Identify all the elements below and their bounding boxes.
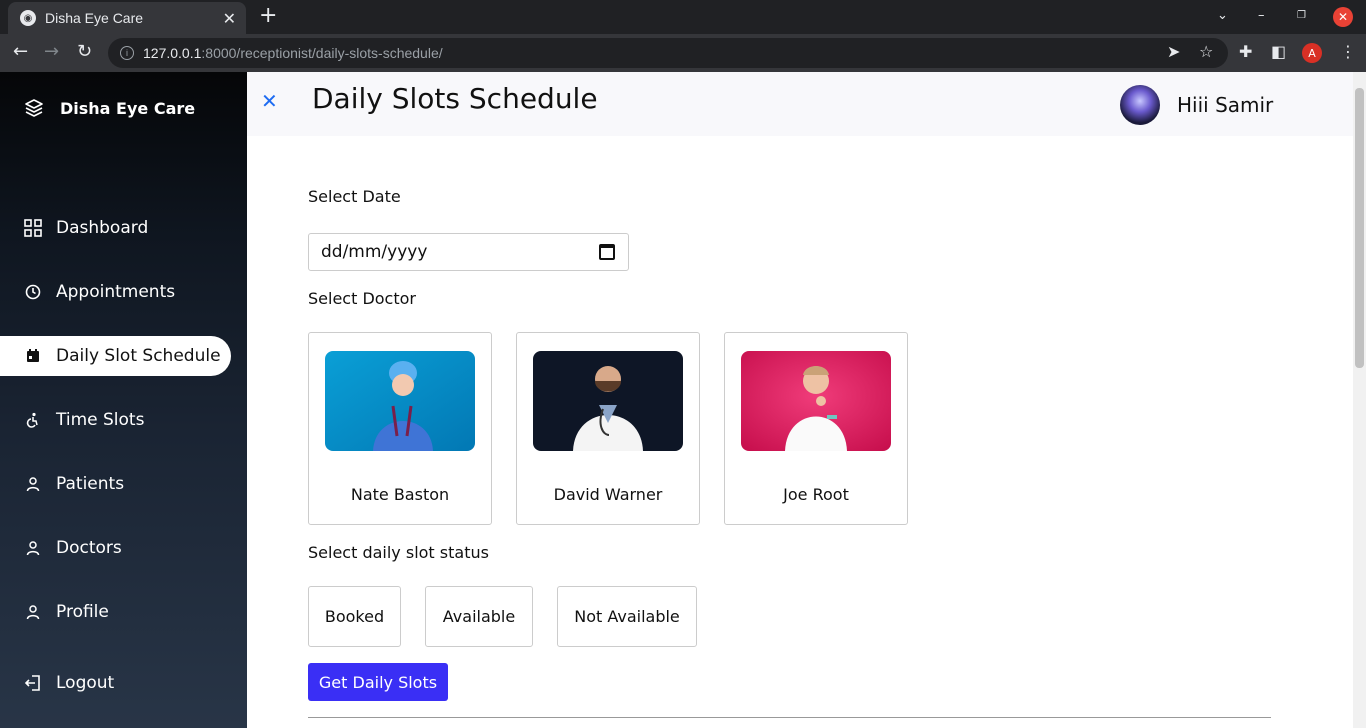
minimize-icon[interactable]: – [1258, 8, 1265, 23]
menu-icon[interactable]: ⋮ [1340, 44, 1356, 60]
scrollbar-thumb[interactable] [1355, 88, 1364, 368]
doctor-name: Nate Baston [350, 485, 450, 504]
main-content: ✕ Daily Slots Schedule Hiii Samir Select… [247, 72, 1353, 728]
user-icon [24, 475, 42, 493]
address-bar[interactable]: i 127.0.0.1 :8000/receptionist/daily-slo… [108, 38, 1228, 68]
url-host: 127.0.0.1 [143, 45, 202, 61]
avatar[interactable] [1120, 85, 1160, 125]
browser-tab-bar: ◉ Disha Eye Care ✕ + ⌄ – ❐ ✕ [0, 0, 1366, 34]
send-icon[interactable]: ➤ [1167, 44, 1180, 60]
doctor-photo [741, 351, 891, 451]
sidebar: Disha Eye Care Dashboard Appointments Da… [0, 72, 247, 728]
date-placeholder: dd/mm/yyyy [321, 242, 428, 262]
doctor-label: Select Doctor [308, 289, 416, 308]
sidebar-item-label: Dashboard [56, 218, 149, 238]
status-booked-button[interactable]: Booked [308, 586, 401, 647]
grid-icon [24, 219, 42, 237]
url-path: :8000/receptionist/daily-slots-schedule/ [201, 45, 443, 61]
brand[interactable]: Disha Eye Care [24, 98, 195, 118]
user-greeting: Hiii Samir [1177, 93, 1274, 117]
top-bar: ✕ Daily Slots Schedule Hiii Samir [247, 72, 1353, 136]
restore-icon[interactable]: ❐ [1297, 10, 1306, 21]
sidebar-item-appointments[interactable]: Appointments [0, 272, 231, 312]
sidebar-item-label: Patients [56, 474, 125, 494]
doctor-card-joe-root[interactable]: Joe Root [724, 332, 908, 525]
sidebar-item-label: Appointments [56, 282, 176, 302]
globe-icon: ◉ [20, 10, 36, 26]
layers-icon [25, 99, 43, 117]
page-title: Daily Slots Schedule [312, 82, 598, 115]
date-input[interactable]: dd/mm/yyyy [308, 233, 629, 271]
status-available-button[interactable]: Available [425, 586, 533, 647]
close-icon[interactable]: ✕ [261, 89, 278, 113]
brand-name: Disha Eye Care [60, 98, 196, 118]
sidebar-item-daily-slot-schedule[interactable]: Daily Slot Schedule [0, 336, 231, 376]
close-tab-icon[interactable]: ✕ [223, 9, 236, 28]
side-panel-icon[interactable]: ◧ [1271, 44, 1286, 60]
browser-tab[interactable]: ◉ Disha Eye Care ✕ [8, 2, 246, 34]
tab-title: Disha Eye Care [45, 10, 144, 26]
profile-avatar[interactable]: A [1302, 43, 1322, 63]
forward-icon[interactable]: → [44, 43, 59, 61]
new-tab-icon[interactable]: + [259, 5, 277, 27]
star-icon[interactable]: ☆ [1199, 44, 1213, 60]
sidebar-item-dashboard[interactable]: Dashboard [0, 208, 231, 248]
user-icon [24, 539, 42, 557]
sidebar-item-logout[interactable]: Logout [0, 663, 231, 703]
sidebar-item-label: Time Slots [56, 410, 145, 430]
calendar-icon [24, 347, 42, 365]
reload-icon[interactable]: ↻ [77, 43, 92, 61]
user-icon [24, 603, 42, 621]
sidebar-item-time-slots[interactable]: Time Slots [0, 400, 231, 440]
browser-toolbar: ← → ↻ i 127.0.0.1 :8000/receptionist/dai… [0, 34, 1366, 72]
doctor-photo [533, 351, 683, 451]
sidebar-item-label: Profile [56, 602, 109, 622]
get-daily-slots-button[interactable]: Get Daily Slots [308, 663, 448, 701]
sidebar-item-label: Logout [56, 673, 115, 693]
sidebar-item-label: Daily Slot Schedule [56, 346, 221, 366]
back-icon[interactable]: ← [13, 43, 28, 61]
logout-icon [24, 674, 42, 692]
doctor-card-nate-baston[interactable]: Nate Baston [308, 332, 492, 525]
chevron-down-icon[interactable]: ⌄ [1217, 8, 1228, 23]
doctor-name: David Warner [553, 485, 663, 504]
calendar-picker-icon[interactable] [599, 244, 615, 260]
date-label: Select Date [308, 187, 401, 206]
clock-icon [24, 283, 42, 301]
info-icon[interactable]: i [120, 46, 134, 60]
sidebar-item-label: Doctors [56, 538, 122, 558]
window-close-icon[interactable]: ✕ [1333, 7, 1353, 27]
sidebar-item-profile[interactable]: Profile [0, 592, 231, 632]
status-label: Select daily slot status [308, 543, 489, 562]
divider [308, 717, 1271, 718]
doctor-name: Joe Root [783, 485, 849, 504]
doctor-card-david-warner[interactable]: David Warner [516, 332, 700, 525]
doctor-photo [325, 351, 475, 451]
accessibility-icon [24, 411, 42, 429]
sidebar-item-doctors[interactable]: Doctors [0, 528, 231, 568]
extensions-icon[interactable]: ✚ [1239, 44, 1252, 60]
sidebar-item-patients[interactable]: Patients [0, 464, 231, 504]
status-not-available-button[interactable]: Not Available [557, 586, 697, 647]
